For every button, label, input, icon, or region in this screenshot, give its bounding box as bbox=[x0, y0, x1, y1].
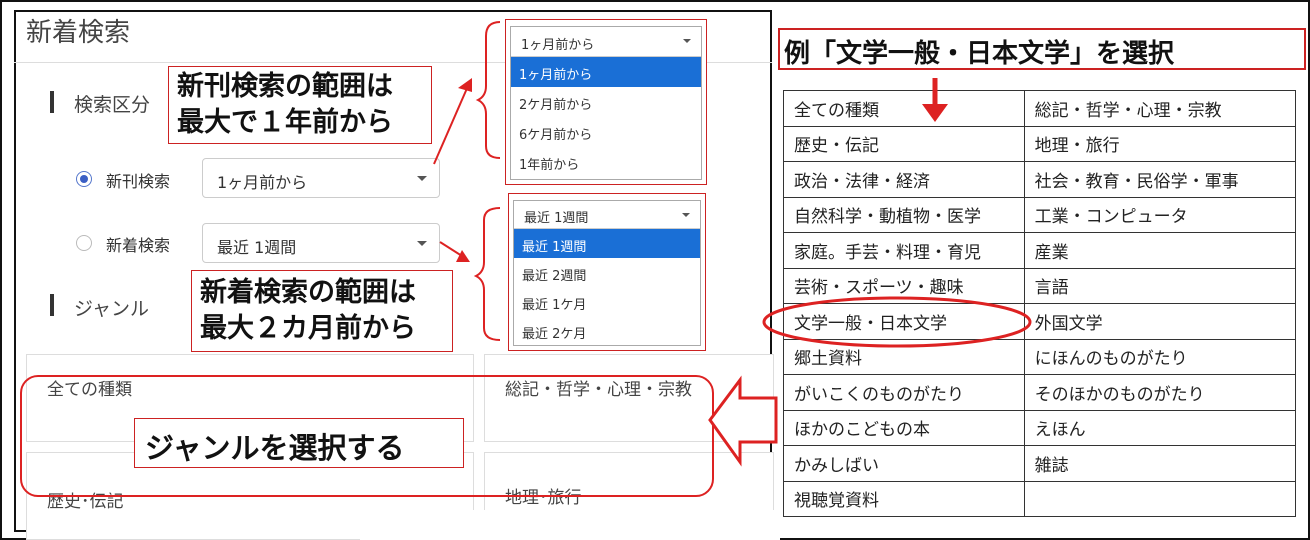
arrow-line-shinkan bbox=[433, 85, 469, 165]
arrow-line-shinchaku bbox=[439, 241, 463, 257]
arrow-head-icon bbox=[458, 78, 472, 92]
highlight-ellipse bbox=[762, 296, 1032, 348]
big-arrow-left-icon bbox=[708, 375, 778, 467]
bracket-shinchaku bbox=[473, 207, 501, 341]
annotation-overlay bbox=[433, 21, 1032, 467]
arrow-head-icon bbox=[456, 250, 470, 262]
down-arrow-icon bbox=[922, 104, 948, 122]
bracket-shinkan bbox=[475, 21, 501, 159]
